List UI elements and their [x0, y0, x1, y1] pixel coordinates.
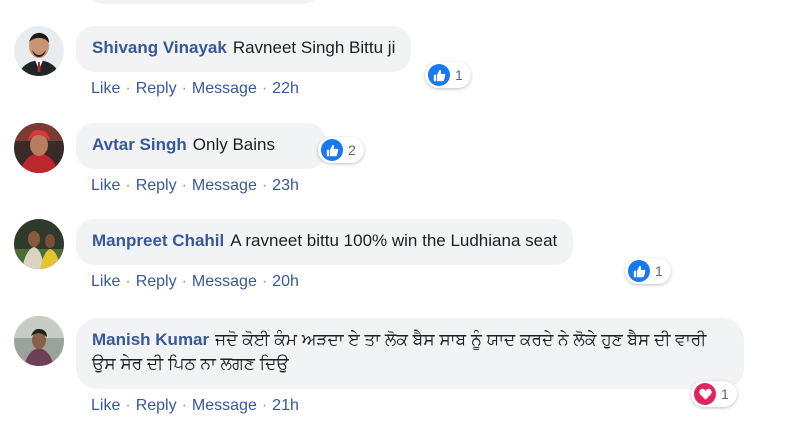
- reaction-summary[interactable]: 2: [318, 137, 364, 163]
- reaction-summary[interactable]: 1: [625, 258, 671, 284]
- previous-comment-bubble: [88, 0, 318, 4]
- comment-actions: Like · Reply · Message · 21h: [91, 397, 299, 415]
- reaction-summary[interactable]: 1: [691, 381, 737, 407]
- like-link[interactable]: Like: [91, 273, 120, 291]
- message-link[interactable]: Message: [192, 397, 257, 415]
- comment-bubble: Manpreet Chahil A ravneet bittu 100% win …: [76, 219, 574, 265]
- comment-bubble: Shivang Vinayak Ravneet Singh Bittu ji: [76, 26, 412, 72]
- timestamp[interactable]: 21h: [272, 397, 299, 415]
- comment-bubble: Manish Kumar ਜਦੋ ਕੋਈ ਕੰਮ ਅੜਦਾ ਏ ਤਾ ਲੋਕ ਬੈ…: [76, 318, 744, 389]
- reply-link[interactable]: Reply: [136, 397, 177, 415]
- timestamp[interactable]: 20h: [272, 273, 299, 291]
- like-link[interactable]: Like: [91, 80, 120, 98]
- comment-actions: Like · Reply · Message · 20h: [91, 273, 299, 291]
- message-link[interactable]: Message: [192, 177, 257, 195]
- comment-text: A ravneet bittu 100% win the Ludhiana se…: [230, 231, 558, 250]
- avatar[interactable]: [14, 123, 64, 173]
- comment-text: Ravneet Singh Bittu ji: [232, 38, 396, 57]
- comment-actions: Like · Reply · Message · 22h: [91, 80, 299, 98]
- comment-actions: Like · Reply · Message · 23h: [91, 177, 299, 195]
- like-icon: [428, 64, 450, 86]
- comment-author[interactable]: Manish Kumar: [92, 330, 209, 349]
- like-link[interactable]: Like: [91, 177, 120, 195]
- comment-author[interactable]: Shivang Vinayak: [92, 38, 227, 57]
- reaction-summary[interactable]: 1: [425, 62, 471, 88]
- comment-bubble: Avtar Singh Only Bains: [76, 123, 326, 169]
- reply-link[interactable]: Reply: [136, 177, 177, 195]
- message-link[interactable]: Message: [192, 80, 257, 98]
- timestamp[interactable]: 22h: [272, 80, 299, 98]
- reply-link[interactable]: Reply: [136, 80, 177, 98]
- love-icon: [694, 383, 716, 405]
- reply-link[interactable]: Reply: [136, 273, 177, 291]
- like-icon: [628, 260, 650, 282]
- comment-author[interactable]: Avtar Singh: [92, 135, 187, 154]
- reaction-count: 1: [721, 386, 729, 402]
- comment-author[interactable]: Manpreet Chahil: [92, 231, 224, 250]
- reaction-count: 2: [348, 142, 356, 158]
- timestamp[interactable]: 23h: [272, 177, 299, 195]
- message-link[interactable]: Message: [192, 273, 257, 291]
- avatar[interactable]: [14, 219, 64, 269]
- comment-text: Only Bains: [192, 135, 275, 154]
- avatar[interactable]: [14, 26, 64, 76]
- avatar[interactable]: [14, 316, 64, 366]
- like-icon: [321, 139, 343, 161]
- like-link[interactable]: Like: [91, 397, 120, 415]
- reaction-count: 1: [455, 67, 463, 83]
- reaction-count: 1: [655, 263, 663, 279]
